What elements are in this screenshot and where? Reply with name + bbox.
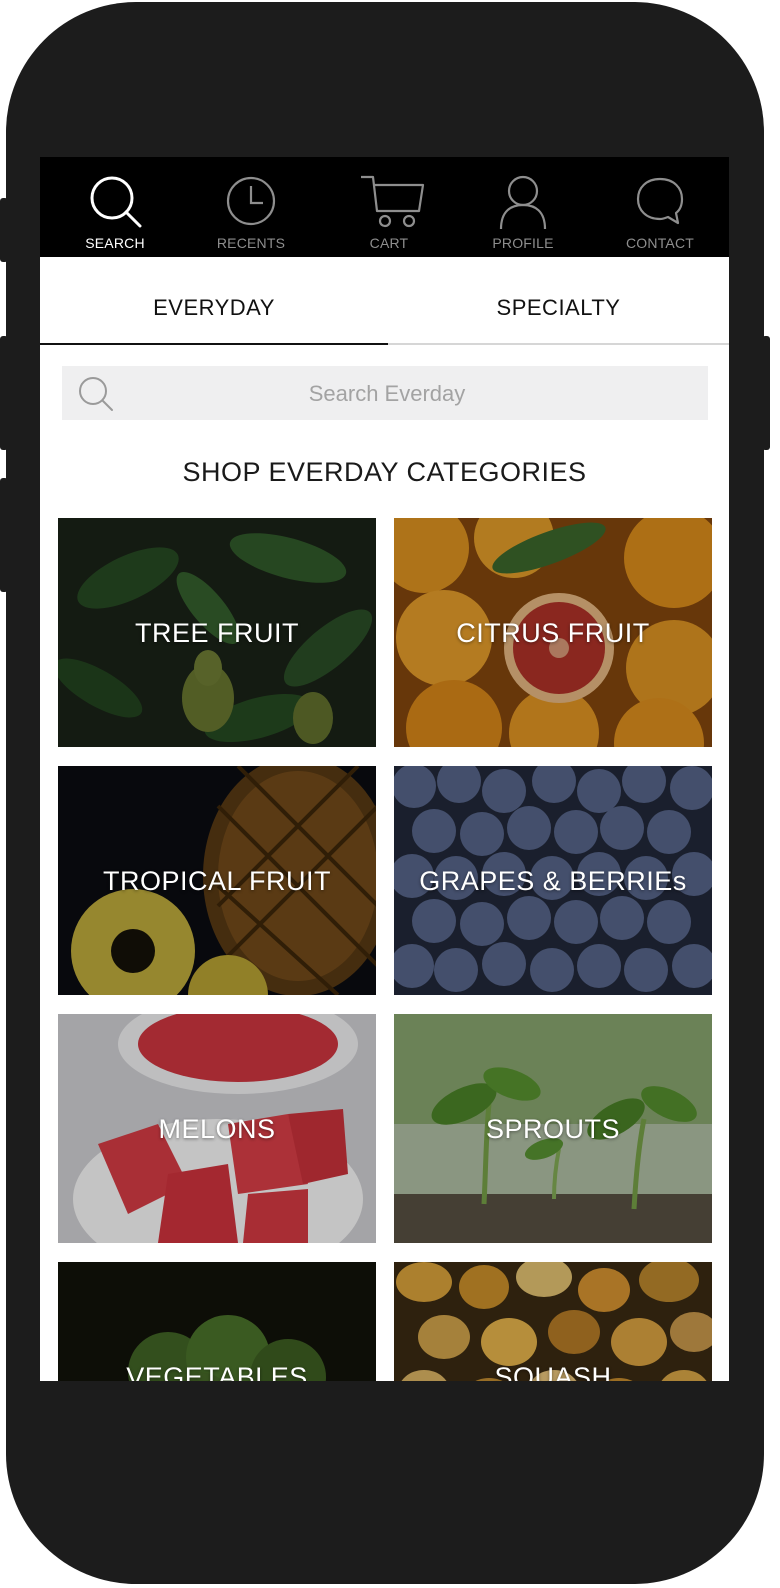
top-navigation: SEARCH RECENTS CART PROFILE CONTACT [40,157,729,257]
nav-recents-label: RECENTS [216,235,286,251]
category-tile-sprouts[interactable]: SPROUTS [394,1014,712,1243]
device-side-button [0,336,8,450]
device-side-button [762,336,770,450]
category-label: VEGETABLES [126,1362,308,1381]
category-tile-melons[interactable]: MELONS [58,1014,376,1243]
nav-cart[interactable]: CART [329,157,449,257]
category-tile-squash[interactable]: SQUASH [394,1262,712,1381]
nav-recents[interactable]: RECENTS [191,157,311,257]
category-tile-vegetables[interactable]: VEGETABLES [58,1262,376,1381]
clock-icon [226,176,276,226]
category-label: TROPICAL FRUIT [102,866,331,896]
cart-icon [361,175,425,228]
nav-profile-label: PROFILE [492,235,554,251]
nav-contact[interactable]: CONTACT [600,157,720,257]
category-tile-tree-fruit[interactable]: TREE FRUIT [58,518,376,747]
category-label: MELONS [158,1114,276,1144]
app-screen: SEARCH RECENTS CART PROFILE CONTACT EVER… [40,157,729,1381]
chat-bubble-icon [636,177,684,225]
nav-contact-label: CONTACT [625,235,695,251]
tab-everyday[interactable]: EVERYDAY [40,257,388,345]
search-bar [62,366,708,422]
category-label: GRAPES & BERRIEs [419,866,687,896]
category-label: SQUASH [494,1362,612,1381]
category-tile-grapes-berries[interactable]: GRAPES & BERRIEs [394,766,712,995]
nav-search-label: SEARCH [85,235,145,251]
category-tile-tropical-fruit[interactable]: TROPICAL FRUIT [58,766,376,995]
device-side-button [0,478,8,592]
device-side-button [0,198,8,262]
search-input[interactable] [122,366,652,422]
search-icon [79,377,113,411]
user-icon [499,175,547,229]
category-tabs: EVERYDAY SPECIALTY [40,257,729,345]
search-icon [90,176,142,228]
category-label: SPROUTS [485,1114,621,1144]
category-label: TREE FRUIT [135,618,299,648]
nav-cart-label: CART [369,235,409,251]
nav-profile[interactable]: PROFILE [463,157,583,257]
tab-specialty[interactable]: SPECIALTY [388,257,729,343]
nav-search[interactable]: SEARCH [55,157,175,257]
section-title: SHOP EVERDAY CATEGORIES [182,457,587,487]
category-tile-citrus-fruit[interactable]: CITRUS FRUIT [394,518,712,747]
category-label: CITRUS FRUIT [456,618,650,648]
